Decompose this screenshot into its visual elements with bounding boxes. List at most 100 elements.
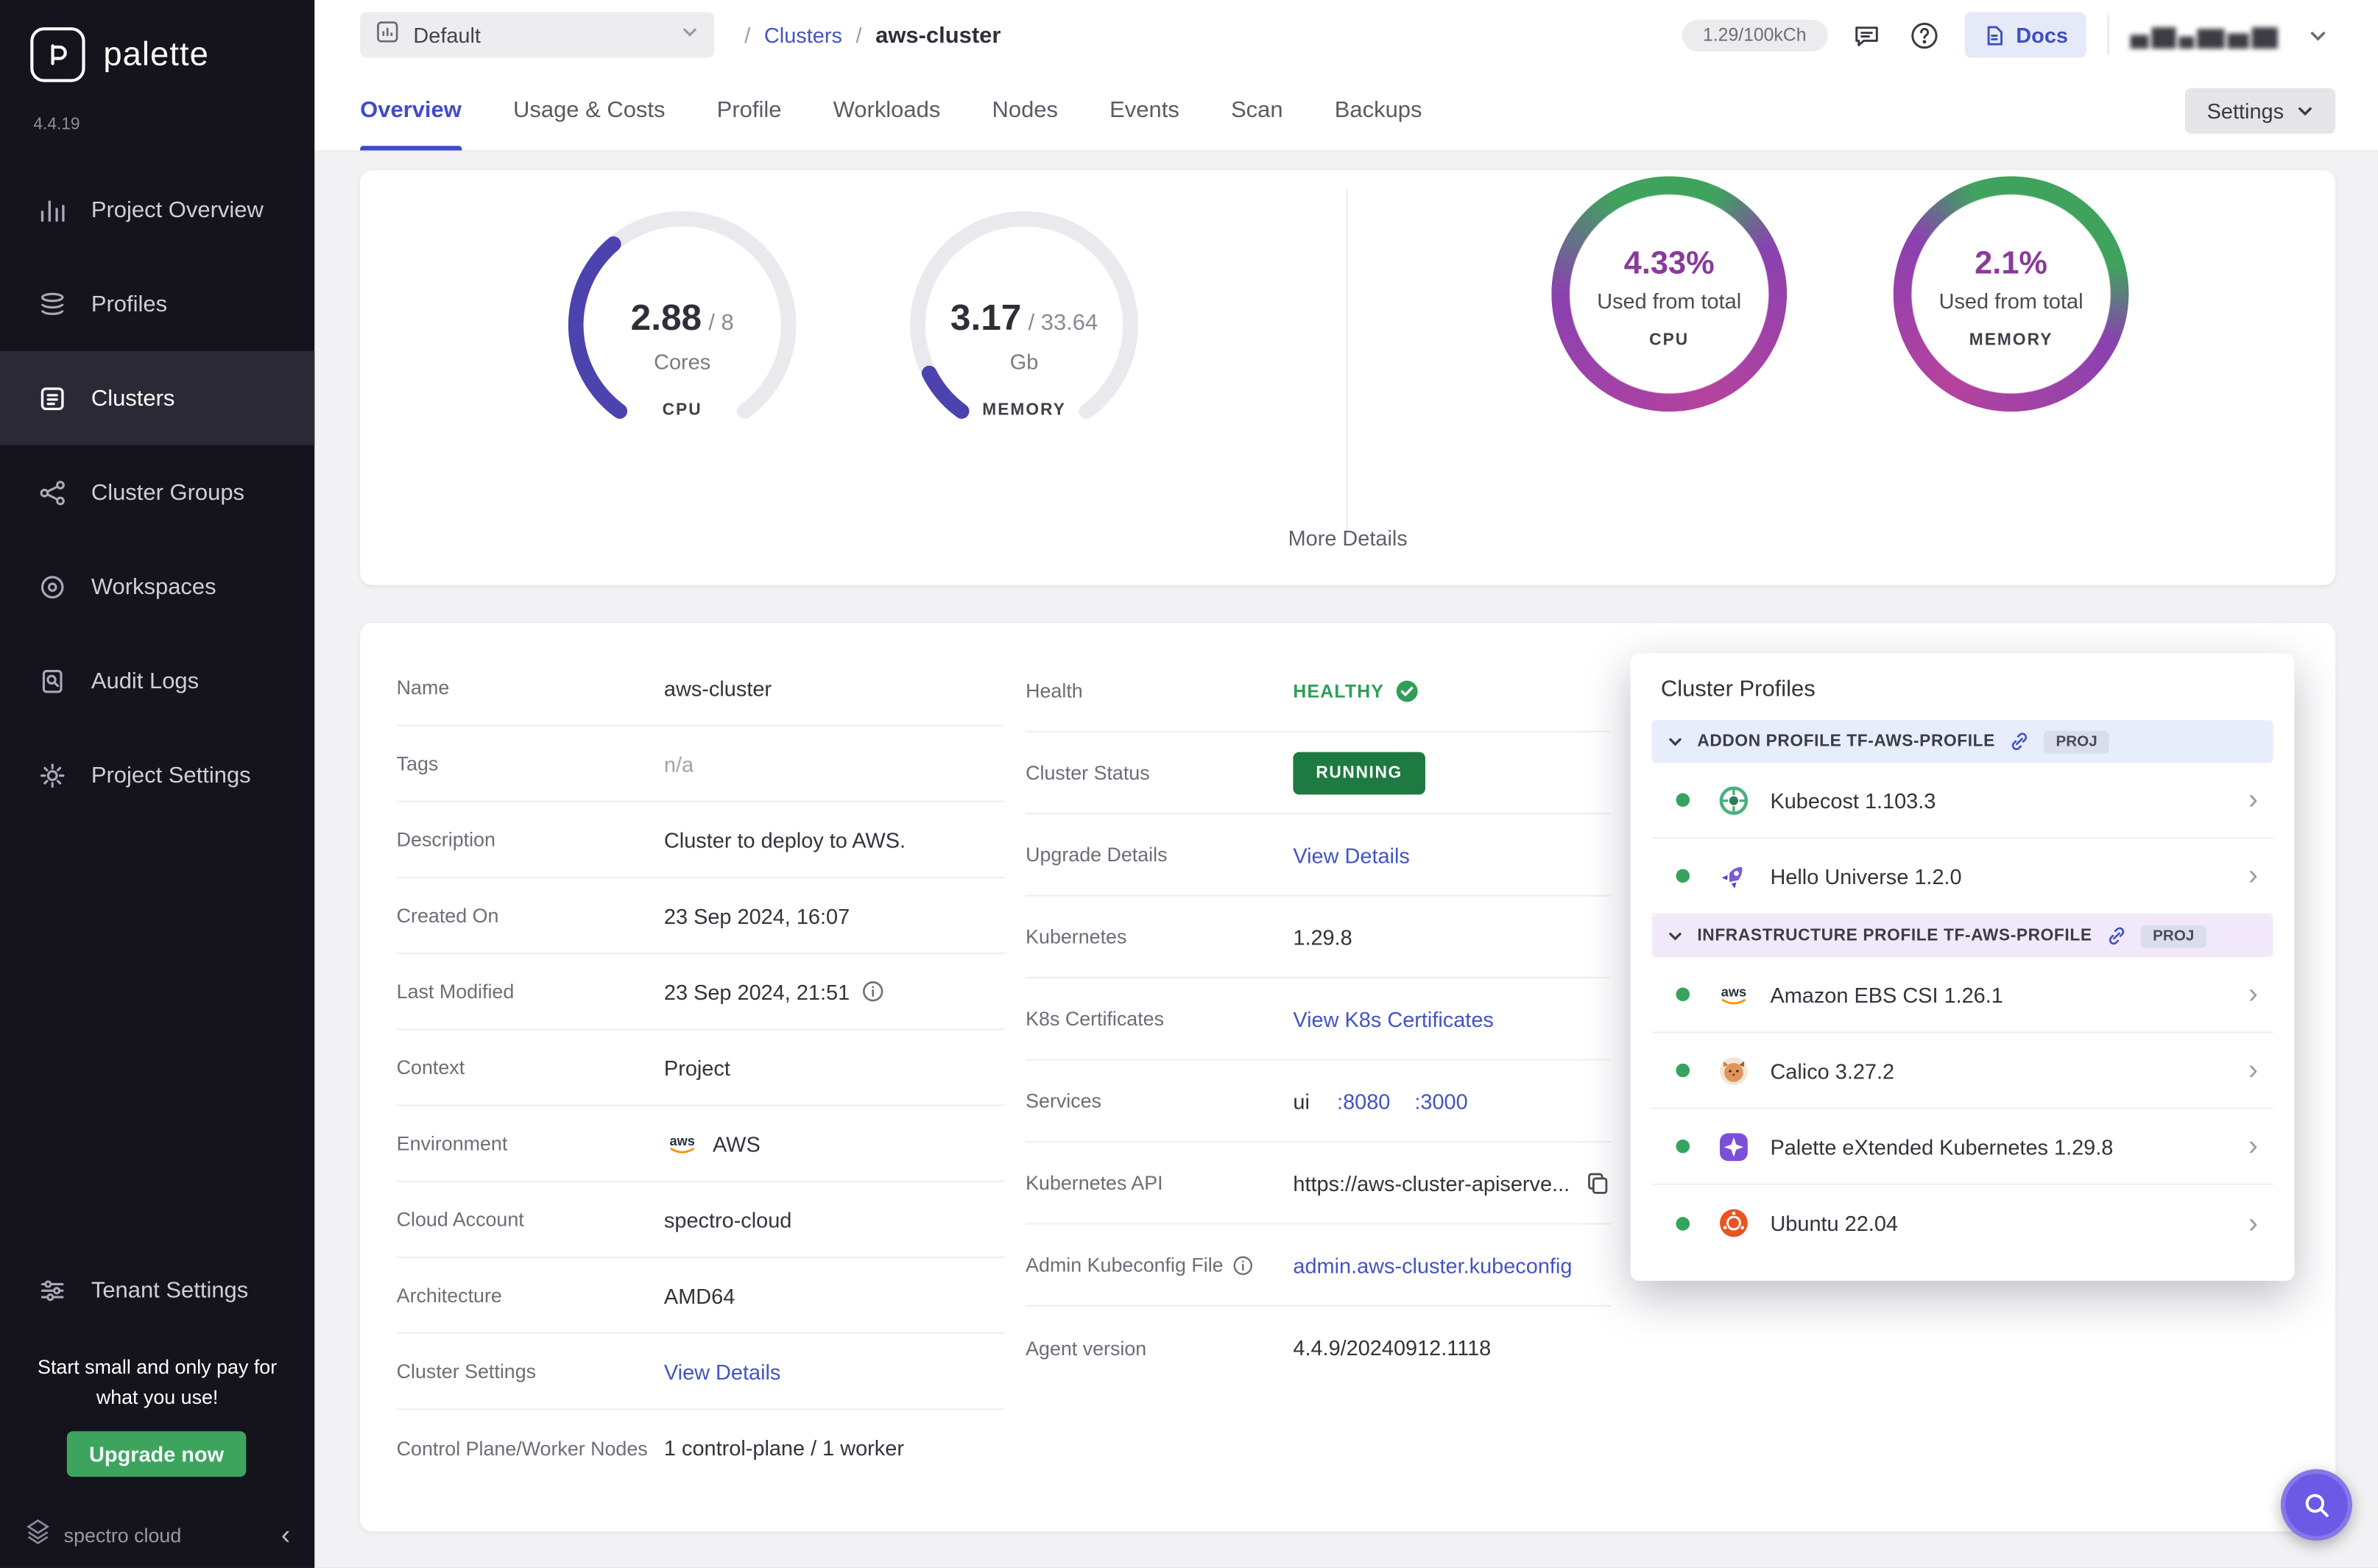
detail-label: Last Modified — [397, 980, 664, 1003]
service-port-link[interactable]: :8080 — [1337, 1089, 1390, 1113]
sidebar: palette 4.4.19 Project Overview Profiles — [0, 0, 314, 1568]
tab-events[interactable]: Events — [1109, 70, 1179, 150]
usage-quota-badge: 1.29/100kCh — [1682, 19, 1827, 51]
tab-scan[interactable]: Scan — [1231, 70, 1283, 150]
chevron-right-icon: › — [2248, 980, 2258, 1009]
pack-row-amazon-ebs-csi[interactable]: aws Amazon EBS CSI 1.26.1 › — [1651, 957, 2273, 1033]
header-actions: 1.29/100kCh Docs — [1682, 13, 2335, 58]
chevron-right-icon: › — [2248, 861, 2258, 890]
settings-button-label: Settings — [2207, 98, 2284, 122]
memory-gauge-value: 3.17 / 33.64 — [903, 298, 1146, 341]
detail-row-cluster-status: Cluster Status RUNNING — [1026, 732, 1611, 814]
more-details-button[interactable]: More Details — [360, 526, 2335, 550]
running-status-badge: RUNNING — [1293, 752, 1425, 794]
pack-row-ubuntu[interactable]: Ubuntu 22.04 › — [1651, 1185, 2273, 1261]
chevron-right-icon: › — [2248, 1132, 2258, 1161]
memory-usage-donut: 2.1% Used from total MEMORY — [1894, 176, 2129, 412]
project-selector[interactable]: Default — [360, 13, 714, 58]
info-icon[interactable] — [862, 980, 885, 1003]
pack-status-dot — [1676, 1216, 1690, 1230]
palette-logo-icon — [30, 27, 85, 82]
sidebar-item-audit-logs[interactable]: Audit Logs — [0, 634, 314, 728]
cluster-settings-link[interactable]: View Details — [664, 1359, 1004, 1383]
sliders-icon — [37, 1275, 67, 1305]
collapse-sidebar-icon[interactable]: ‹ — [281, 1519, 290, 1550]
memory-gauge-label: MEMORY — [903, 401, 1146, 420]
pack-row-kubecost[interactable]: Kubecost 1.103.3 › — [1651, 763, 2273, 838]
copy-icon[interactable] — [1585, 1170, 1611, 1196]
memory-donut-percent: 2.1% — [1894, 246, 2129, 283]
workspaces-icon — [37, 571, 67, 601]
sidebar-item-profiles[interactable]: Profiles — [0, 257, 314, 351]
detail-label: Cluster Status — [1026, 761, 1293, 784]
check-circle-icon — [1395, 679, 1419, 703]
footer-brand-name: spectro cloud — [64, 1523, 182, 1546]
tab-backups[interactable]: Backups — [1335, 70, 1422, 150]
detail-row-kubernetes: Kubernetes 1.29.8 — [1026, 897, 1611, 978]
audit-logs-icon — [37, 665, 67, 696]
cpu-donut-percent: 4.33% — [1551, 246, 1787, 283]
aws-logo-icon: aws — [1715, 976, 1752, 1013]
pack-status-dot — [1676, 1140, 1690, 1154]
sidebar-item-label: Profiles — [91, 291, 167, 317]
tab-workloads[interactable]: Workloads — [833, 70, 941, 150]
breadcrumb-separator: / — [744, 23, 750, 47]
sidebar-item-label: Project Settings — [91, 762, 251, 788]
sidebar-item-project-overview[interactable]: Project Overview — [0, 163, 314, 257]
tab-overview[interactable]: Overview — [360, 70, 462, 150]
detail-row-nodes: Control Plane/Worker Nodes 1 control-pla… — [397, 1410, 1005, 1486]
pack-row-calico[interactable]: Calico 3.27.2 › — [1651, 1033, 2273, 1109]
kubeconfig-download-link[interactable]: admin.aws-cluster.kubeconfig — [1293, 1253, 1610, 1277]
infrastructure-profile-section-header[interactable]: INFRASTRUCTURE PROFILE TF-AWS-PROFILE PR… — [1651, 914, 2273, 957]
link-icon — [2009, 731, 2031, 752]
sidebar-item-tenant-settings[interactable]: Tenant Settings — [0, 1243, 314, 1337]
cpu-used: 2.88 — [631, 298, 702, 339]
detail-value: spectro-cloud — [664, 1207, 1004, 1232]
upgrade-now-button[interactable]: Upgrade now — [67, 1431, 247, 1477]
tab-profile[interactable]: Profile — [717, 70, 782, 150]
breadcrumb: / Clusters / aws-cluster — [744, 22, 1001, 48]
pack-row-palette-extended-kubernetes[interactable]: Palette eXtended Kubernetes 1.29.8 › — [1651, 1109, 2273, 1185]
scope-badge: PROJ — [2044, 730, 2109, 753]
ubuntu-icon — [1715, 1205, 1752, 1242]
addon-profile-section-header[interactable]: ADDON PROFILE TF-AWS-PROFILE PROJ — [1651, 720, 2273, 763]
user-menu-chevron-icon[interactable] — [2299, 17, 2336, 54]
help-icon[interactable] — [1907, 17, 1944, 54]
aws-logo-icon: aws — [664, 1131, 701, 1156]
pack-name: Calico 3.27.2 — [1770, 1059, 1894, 1083]
memory-used: 3.17 — [950, 298, 1021, 339]
detail-row-kubernetes-api: Kubernetes API https://aws-cluster-apise… — [1026, 1143, 1611, 1224]
pack-name: Hello Universe 1.2.0 — [1770, 864, 1961, 888]
service-port-link[interactable]: :3000 — [1414, 1089, 1467, 1113]
pack-status-dot — [1676, 793, 1690, 807]
detail-label: Admin Kubeconfig File — [1026, 1254, 1223, 1276]
app-version: 4.4.19 — [33, 116, 80, 134]
document-icon — [1983, 24, 2005, 46]
tab-nodes[interactable]: Nodes — [992, 70, 1058, 150]
docs-button[interactable]: Docs — [1964, 13, 2086, 58]
clusters-icon — [37, 383, 67, 413]
floating-search-button[interactable] — [2281, 1469, 2352, 1541]
settings-button[interactable]: Settings — [2186, 88, 2335, 133]
pack-row-hello-universe[interactable]: Hello Universe 1.2.0 › — [1651, 838, 2273, 914]
chevron-right-icon: › — [2248, 1056, 2258, 1084]
detail-label: Created On — [397, 904, 664, 927]
k8s-certificates-link[interactable]: View K8s Certificates — [1293, 1006, 1610, 1031]
sidebar-item-cluster-groups[interactable]: Cluster Groups — [0, 445, 314, 540]
breadcrumb-separator: / — [855, 23, 861, 47]
sidebar-item-project-settings[interactable]: Project Settings — [0, 728, 314, 822]
service-name: ui — [1293, 1089, 1310, 1113]
sidebar-item-label: Project Overview — [91, 197, 264, 222]
bar-chart-icon — [37, 194, 67, 225]
detail-value: Cluster to deploy to AWS. — [664, 827, 1004, 852]
tab-usage-costs[interactable]: Usage & Costs — [513, 70, 665, 150]
sidebar-item-clusters[interactable]: Clusters — [0, 351, 314, 445]
chat-icon[interactable] — [1849, 17, 1885, 54]
info-icon[interactable] — [1232, 1254, 1254, 1276]
upgrade-details-link[interactable]: View Details — [1293, 842, 1610, 866]
sidebar-item-workspaces[interactable]: Workspaces — [0, 540, 314, 634]
chevron-down-icon — [1667, 928, 1684, 944]
detail-label: Health — [1026, 679, 1293, 702]
api-endpoint-value: https://aws-cluster-apiserve... — [1293, 1170, 1570, 1195]
breadcrumb-clusters-link[interactable]: Clusters — [764, 23, 842, 47]
